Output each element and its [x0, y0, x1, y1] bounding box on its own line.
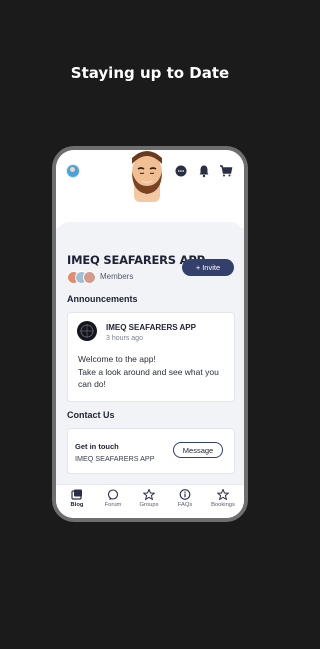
- bell-icon[interactable]: [197, 164, 211, 178]
- invite-label: Invite: [202, 263, 221, 272]
- post-author-avatar: [77, 321, 97, 341]
- star-icon: [143, 489, 155, 500]
- cart-icon[interactable]: [219, 164, 233, 178]
- post-body: Welcome to the app! Take a look around a…: [78, 354, 219, 389]
- plus-icon: +: [195, 263, 201, 272]
- member-avatar: [83, 271, 96, 284]
- announcements-heading: Announcements: [67, 294, 138, 304]
- nav-label-blog: Blog: [70, 502, 84, 508]
- message-button[interactable]: Message: [173, 442, 223, 458]
- star-icon: [217, 489, 229, 500]
- contact-card: Get in touch IMEQ SEAFARERS APP Message: [67, 428, 235, 474]
- info-icon: [179, 489, 191, 500]
- chat-icon[interactable]: [174, 164, 188, 178]
- blog-icon: [71, 489, 82, 500]
- ship-wheel-icon: [80, 324, 94, 338]
- app-header: [56, 150, 244, 228]
- bottom-nav: Blog Forum Groups FAQs Bookings: [56, 484, 244, 518]
- forum-icon: [107, 489, 119, 500]
- contact-name: IMEQ SEAFARERS APP: [75, 454, 155, 463]
- contact-heading: Contact Us: [67, 410, 115, 420]
- nav-label-bookings: Bookings: [211, 502, 235, 508]
- nav-label-faqs: FAQs: [177, 502, 193, 508]
- post-author: IMEQ SEAFARERS APP: [106, 323, 196, 332]
- page-headline: Staying up to Date: [70, 64, 230, 82]
- nav-item-blog[interactable]: Blog: [59, 489, 95, 508]
- get-in-touch-label: Get in touch: [75, 442, 119, 451]
- nav-item-bookings[interactable]: Bookings: [205, 489, 241, 508]
- captain-character-image: [132, 151, 162, 202]
- user-avatar-icon[interactable]: [66, 164, 80, 178]
- members-label[interactable]: Members: [100, 272, 133, 281]
- nav-label-groups: Groups: [139, 502, 159, 508]
- nav-item-groups[interactable]: Groups: [131, 489, 167, 508]
- member-avatars[interactable]: [67, 271, 97, 284]
- post-timestamp: 3 hours ago: [106, 335, 143, 342]
- nav-label-forum: Forum: [104, 502, 122, 508]
- app-screen: IMEQ SEAFARERS APP Members + Invite Anno…: [56, 150, 244, 518]
- nav-item-faqs[interactable]: FAQs: [167, 489, 203, 508]
- announcement-post[interactable]: IMEQ SEAFARERS APP 3 hours ago Welcome t…: [67, 312, 235, 402]
- invite-button[interactable]: + Invite: [182, 259, 234, 276]
- nav-item-forum[interactable]: Forum: [95, 489, 131, 508]
